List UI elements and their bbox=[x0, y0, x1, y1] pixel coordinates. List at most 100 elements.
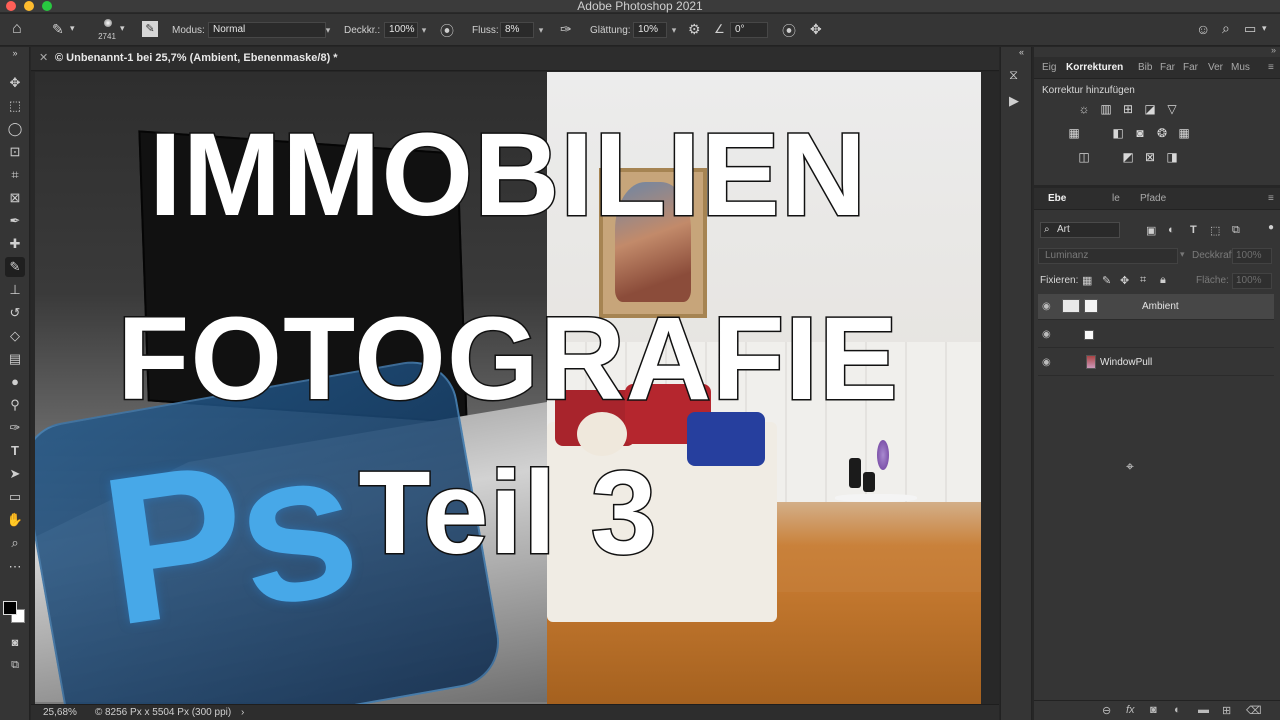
more-tools-icon[interactable]: ⋯ bbox=[5, 557, 25, 577]
document-tab[interactable]: ✕ © Unbenannt-1 bei 25,7% (Ambient, Eben… bbox=[31, 47, 999, 71]
link-layers-icon[interactable]: ⊖ bbox=[1102, 704, 1111, 717]
quick-mask-icon[interactable]: ◙ bbox=[5, 633, 25, 653]
layer-filter-kind[interactable]: ⌕ Art bbox=[1040, 222, 1120, 238]
smoothing-input[interactable]: 10% bbox=[633, 22, 667, 38]
document-canvas[interactable]: Ps IMMOBILIEN FOTOGRAFIE Teil 3 bbox=[35, 72, 981, 704]
chevron-down-icon[interactable]: ▾ bbox=[1180, 249, 1185, 260]
levels-icon[interactable]: ▥ bbox=[1098, 101, 1114, 117]
selective-color-icon[interactable]: ⊠ bbox=[1142, 149, 1158, 165]
opacity-input[interactable]: 100% bbox=[384, 22, 418, 38]
lock-image-icon[interactable]: ✎ bbox=[1102, 274, 1111, 287]
chevron-right-icon[interactable]: › bbox=[241, 707, 244, 718]
visibility-eye-icon[interactable]: ◉ bbox=[1042, 329, 1051, 340]
home-icon[interactable]: ⌂ bbox=[12, 20, 22, 38]
tab-adjustments[interactable]: Korrekturen bbox=[1066, 62, 1123, 73]
clone-stamp-tool-icon[interactable]: ⊥ bbox=[5, 280, 25, 300]
lock-artboard-icon[interactable]: ⌗ bbox=[1140, 274, 1146, 287]
hue-saturation-icon[interactable]: ▦ bbox=[1066, 125, 1082, 141]
filter-toggle-icon[interactable]: ● bbox=[1268, 222, 1274, 233]
new-layer-icon[interactable]: ⊞ bbox=[1222, 704, 1231, 717]
eraser-tool-icon[interactable]: ◇ bbox=[5, 326, 25, 346]
chevron-down-icon[interactable]: ▾ bbox=[535, 22, 547, 38]
tab-libraries[interactable]: Bib bbox=[1138, 62, 1152, 73]
new-adjustment-layer-icon[interactable]: ◐ bbox=[1174, 704, 1181, 716]
frame-tool-icon[interactable]: ⊠ bbox=[5, 188, 25, 208]
brush-settings-icon[interactable]: ✎ bbox=[142, 21, 158, 37]
marquee-tool-icon[interactable]: ⬚ bbox=[5, 96, 25, 116]
color-lookup-icon[interactable]: ▦ bbox=[1176, 125, 1192, 141]
collapse-icon[interactable]: « bbox=[1019, 47, 1024, 57]
delete-layer-icon[interactable]: ⌫ bbox=[1246, 704, 1262, 717]
filter-adjustment-icon[interactable]: ◐ bbox=[1168, 224, 1175, 236]
invert-icon[interactable]: ◫ bbox=[1076, 149, 1092, 165]
filter-shape-icon[interactable]: ⬚ bbox=[1210, 224, 1220, 237]
close-icon[interactable]: ✕ bbox=[39, 51, 48, 64]
layer-opacity-input[interactable]: 100% bbox=[1232, 248, 1272, 264]
zoom-level[interactable]: 25,68% bbox=[43, 707, 77, 718]
flow-input[interactable]: 8% bbox=[500, 22, 534, 38]
share-user-icon[interactable]: ☺ bbox=[1196, 21, 1210, 37]
gradient-map-icon[interactable]: ◨ bbox=[1164, 149, 1180, 165]
tab-paths[interactable]: Pfade bbox=[1140, 193, 1166, 204]
brush-tool-icon[interactable]: ✎ bbox=[5, 257, 25, 277]
layer-style-icon[interactable]: fx bbox=[1126, 704, 1135, 716]
path-selection-tool-icon[interactable]: ➤ bbox=[5, 464, 25, 484]
fill-input[interactable]: 100% bbox=[1232, 273, 1272, 289]
type-tool-icon[interactable]: T bbox=[5, 441, 25, 461]
lock-all-icon[interactable]: 🔒︎ bbox=[1160, 274, 1166, 287]
history-brush-tool-icon[interactable]: ↺ bbox=[5, 303, 25, 323]
screen-mode-icon[interactable]: ⧉ bbox=[5, 655, 25, 675]
layer-row[interactable]: ◉ bbox=[1038, 322, 1274, 348]
eyedropper-tool-icon[interactable]: ✒ bbox=[5, 211, 25, 231]
pen-tool-icon[interactable]: ✑ bbox=[5, 418, 25, 438]
angle-input[interactable]: 0° bbox=[730, 22, 768, 38]
lasso-tool-icon[interactable]: ◯ bbox=[5, 119, 25, 139]
visibility-eye-icon[interactable]: ◉ bbox=[1042, 301, 1051, 312]
workspace-icon[interactable]: ▭ bbox=[1244, 21, 1256, 37]
brush-tool-icon[interactable]: ✎ bbox=[52, 21, 64, 38]
filter-smart-object-icon[interactable]: ⧉ bbox=[1232, 224, 1240, 237]
foreground-color-swatch[interactable] bbox=[3, 601, 17, 615]
blur-tool-icon[interactable]: ● bbox=[5, 372, 25, 392]
dodge-tool-icon[interactable]: ⚲ bbox=[5, 395, 25, 415]
threshold-icon[interactable]: ◩ bbox=[1120, 149, 1136, 165]
panel-menu-icon[interactable]: ≡ bbox=[1268, 62, 1274, 73]
move-tool-icon[interactable]: ✥ bbox=[5, 73, 25, 93]
new-group-icon[interactable]: ▬ bbox=[1198, 704, 1209, 716]
vibrance-icon[interactable]: ▽ bbox=[1164, 101, 1180, 117]
chevron-down-icon[interactable]: ▾ bbox=[1262, 23, 1267, 34]
lock-transparent-icon[interactable]: ▦ bbox=[1082, 274, 1092, 287]
tab-gradients[interactable]: Ver bbox=[1208, 62, 1223, 73]
curves-icon[interactable]: ⊞ bbox=[1120, 101, 1136, 117]
chevron-down-icon[interactable]: ▾ bbox=[418, 22, 430, 38]
brush-preset-icon[interactable] bbox=[98, 17, 118, 29]
channel-mixer-icon[interactable]: ❂ bbox=[1154, 125, 1170, 141]
brightness-contrast-icon[interactable]: ☼ bbox=[1076, 101, 1092, 117]
expand-panels-icon[interactable]: » bbox=[1271, 45, 1276, 55]
chevron-down-icon[interactable]: ▾ bbox=[70, 23, 75, 34]
pressure-size-icon[interactable]: ⦿ bbox=[782, 21, 796, 41]
crop-tool-icon[interactable]: ⌗ bbox=[5, 165, 25, 185]
layer-mask-thumbnail[interactable] bbox=[1084, 299, 1098, 313]
filter-type-icon[interactable]: T bbox=[1190, 224, 1197, 236]
tab-properties[interactable]: Eig bbox=[1042, 62, 1056, 73]
zoom-tool-icon[interactable]: ⌕ bbox=[5, 533, 25, 553]
symmetry-icon[interactable]: ✥ bbox=[810, 21, 822, 38]
visibility-eye-icon[interactable]: ◉ bbox=[1042, 357, 1051, 368]
tab-patterns[interactable]: Mus bbox=[1231, 62, 1250, 73]
actions-panel-icon[interactable]: ▶ bbox=[1009, 93, 1019, 109]
color-balance-icon[interactable]: ◧ bbox=[1110, 125, 1126, 141]
rectangle-tool-icon[interactable]: ▭ bbox=[5, 487, 25, 507]
mode-select[interactable]: Normal bbox=[208, 22, 326, 38]
object-selection-tool-icon[interactable]: ⊡ bbox=[5, 142, 25, 162]
pressure-opacity-icon[interactable]: ⦿ bbox=[440, 21, 454, 41]
chevron-down-icon[interactable]: ▾ bbox=[668, 22, 680, 38]
hand-tool-icon[interactable]: ✋ bbox=[5, 510, 25, 530]
gear-icon[interactable]: ⚙ bbox=[688, 21, 701, 38]
search-icon[interactable]: ⌕ bbox=[1222, 20, 1230, 37]
add-mask-icon[interactable]: ◙ bbox=[1150, 704, 1157, 716]
healing-brush-tool-icon[interactable]: ✚ bbox=[5, 234, 25, 254]
tab-color[interactable]: Far bbox=[1160, 62, 1175, 73]
tab-swatches[interactable]: Far bbox=[1183, 62, 1198, 73]
exposure-icon[interactable]: ◪ bbox=[1142, 101, 1158, 117]
